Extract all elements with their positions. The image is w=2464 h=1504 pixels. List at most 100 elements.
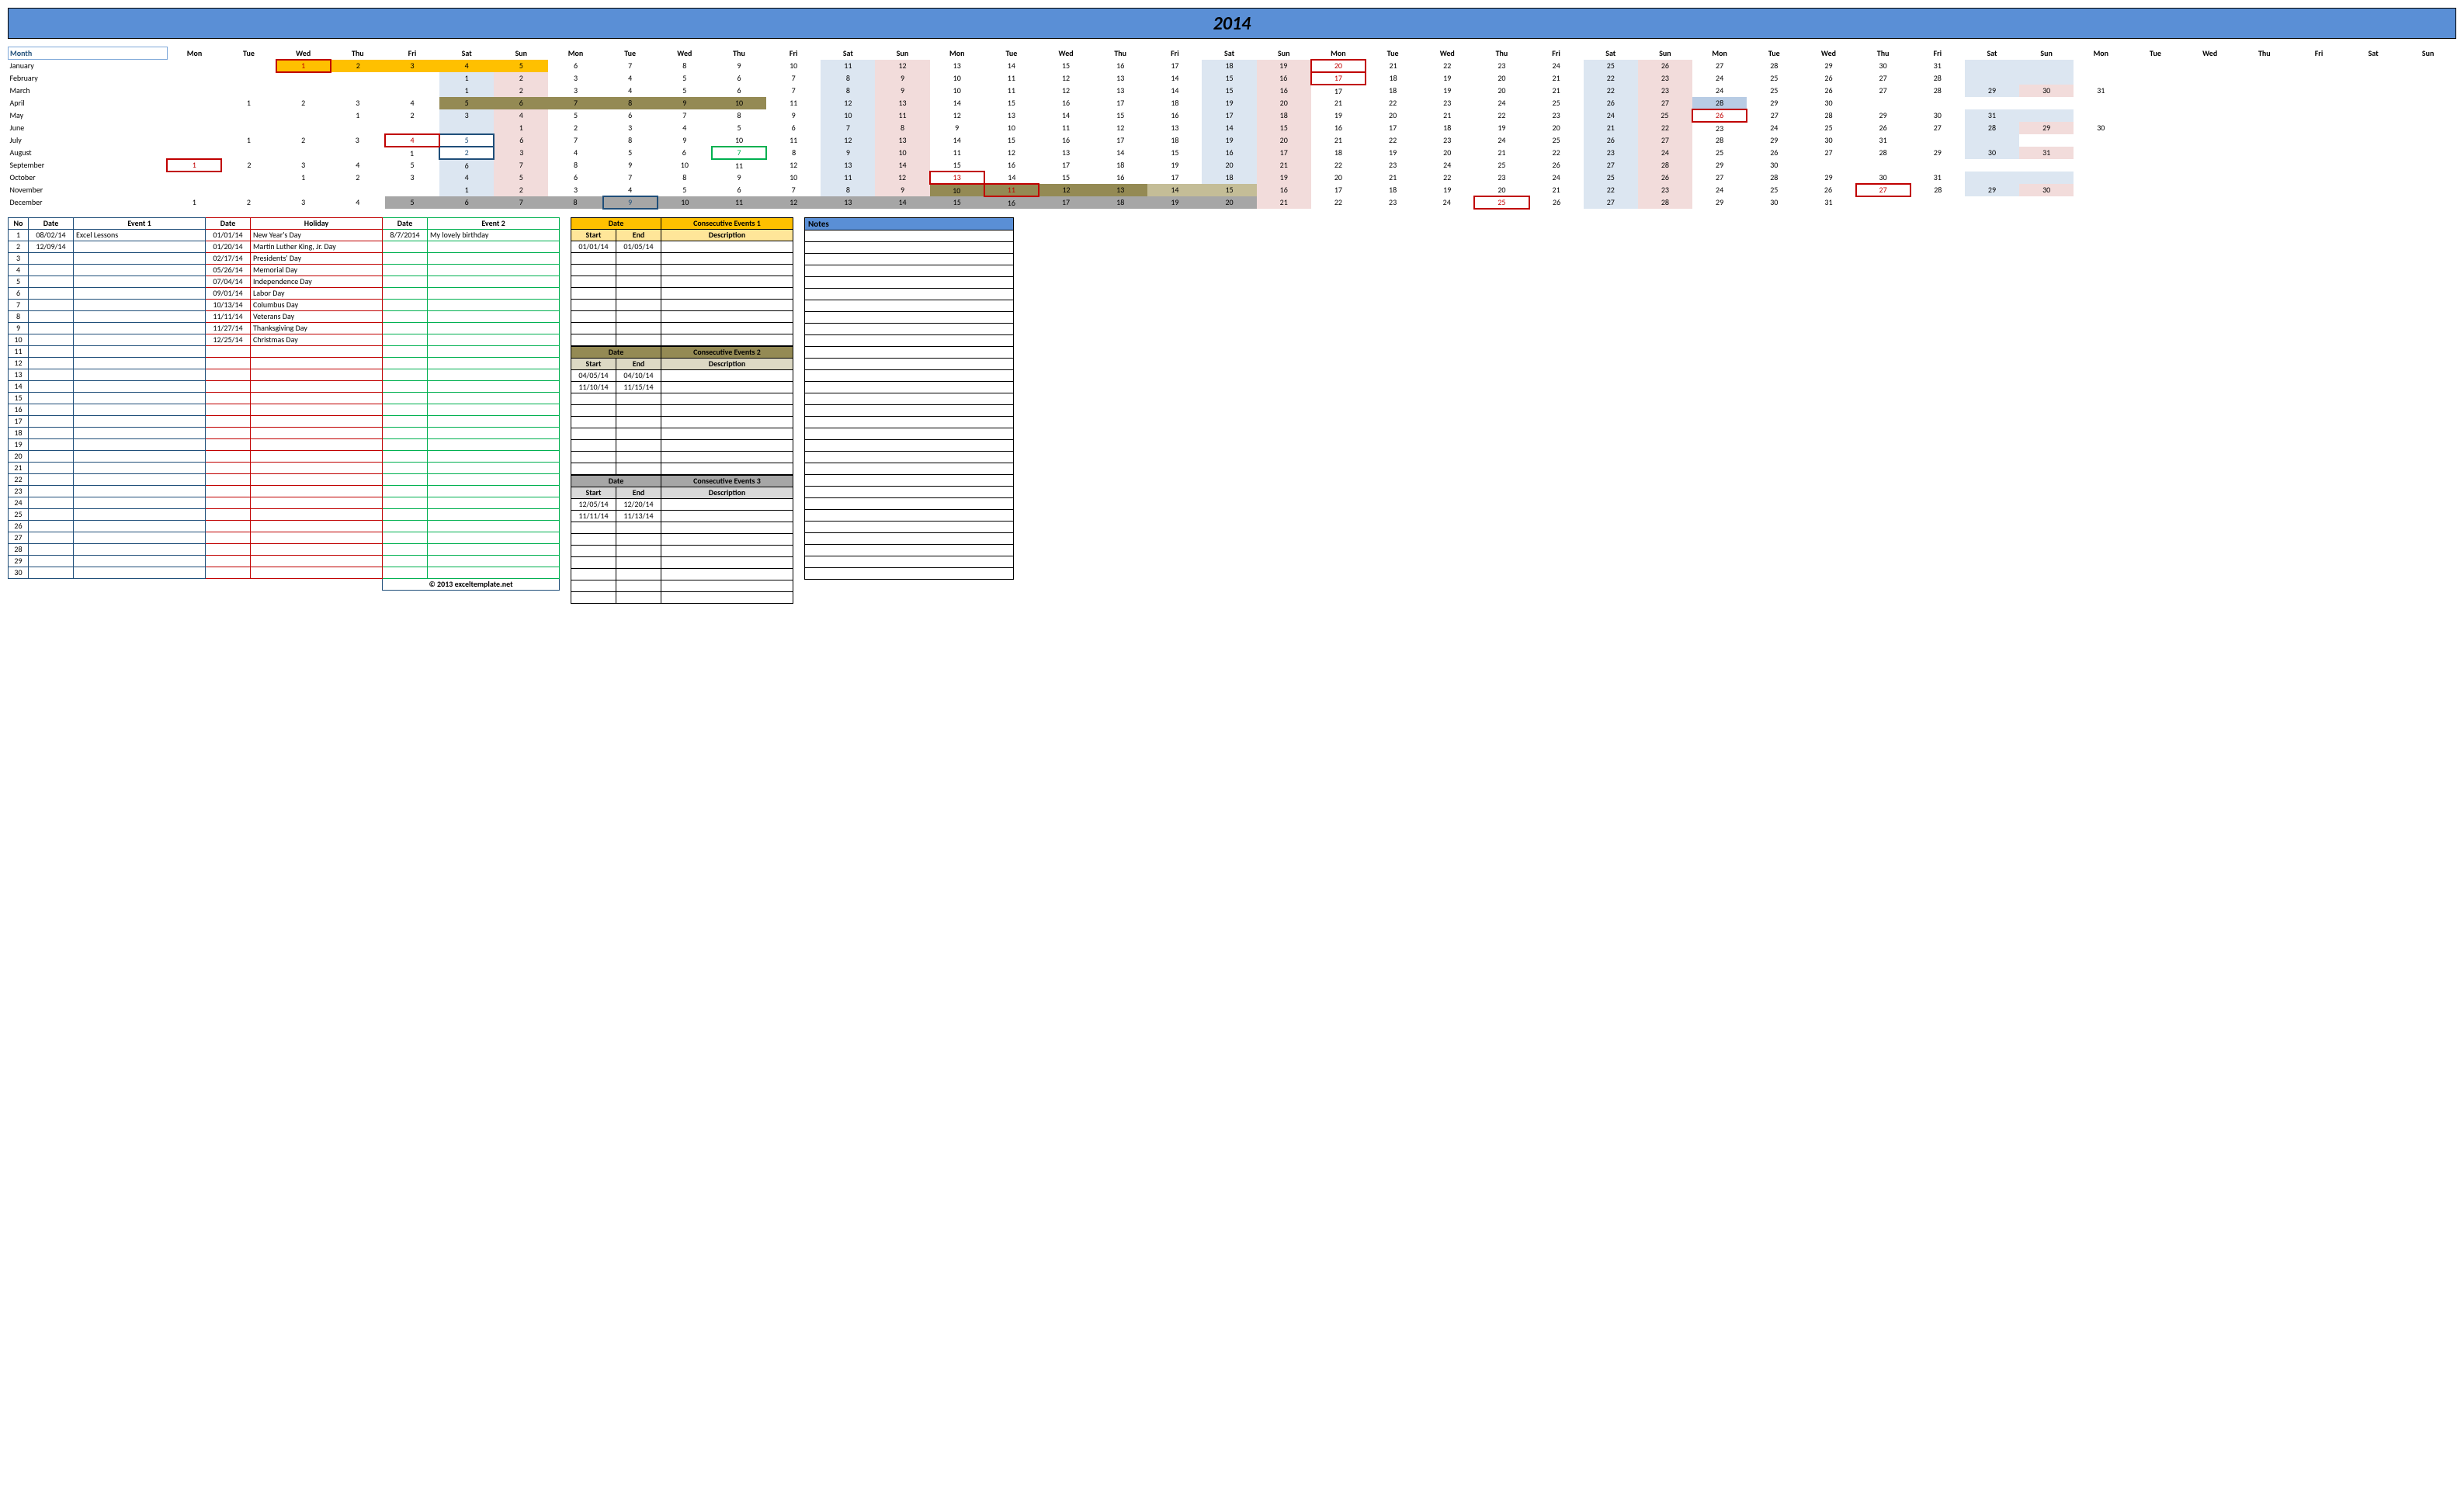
event-cell[interactable]: 28: [9, 543, 29, 555]
event-cell[interactable]: [29, 450, 74, 462]
event-cell[interactable]: [74, 369, 206, 380]
event-cell[interactable]: Independence Day: [251, 276, 383, 287]
event-cell[interactable]: Presidents' Day: [251, 252, 383, 264]
event-cell[interactable]: [206, 369, 251, 380]
event-cell[interactable]: [428, 252, 560, 264]
cons-cell[interactable]: [616, 556, 661, 568]
event-cell[interactable]: [428, 473, 560, 485]
cons-cell[interactable]: 11/15/14: [616, 381, 661, 393]
notes-cell[interactable]: [805, 334, 1014, 346]
event-cell[interactable]: Columbus Day: [251, 299, 383, 310]
event-cell[interactable]: [74, 438, 206, 450]
cons-cell[interactable]: [616, 299, 661, 310]
cons-cell[interactable]: [571, 580, 616, 591]
event-cell[interactable]: [206, 415, 251, 427]
event-cell[interactable]: 25: [9, 508, 29, 520]
event-cell[interactable]: [29, 543, 74, 555]
cons-cell[interactable]: 01/01/14: [571, 241, 616, 252]
event-cell[interactable]: 26: [9, 520, 29, 532]
event-cell[interactable]: [29, 485, 74, 497]
cons-cell[interactable]: [571, 439, 616, 451]
event-cell[interactable]: [251, 485, 383, 497]
event-cell[interactable]: My lovely birthday: [428, 229, 560, 241]
cons-cell[interactable]: [661, 428, 793, 439]
event-cell[interactable]: [251, 450, 383, 462]
event-cell[interactable]: [383, 276, 428, 287]
event-cell[interactable]: New Year's Day: [251, 229, 383, 241]
cons-cell[interactable]: [661, 310, 793, 322]
event-cell[interactable]: [29, 404, 74, 415]
notes-cell[interactable]: [805, 486, 1014, 497]
cons-cell[interactable]: [661, 556, 793, 568]
event-cell[interactable]: [251, 415, 383, 427]
event-cell[interactable]: [206, 508, 251, 520]
notes-cell[interactable]: [805, 451, 1014, 463]
notes-cell[interactable]: [805, 439, 1014, 451]
event-cell[interactable]: [29, 334, 74, 345]
event-cell[interactable]: 16: [9, 404, 29, 415]
cons-cell[interactable]: [661, 416, 793, 428]
cons-cell[interactable]: [616, 591, 661, 603]
cons-cell[interactable]: 11/11/14: [571, 510, 616, 522]
event-cell[interactable]: 5: [9, 276, 29, 287]
event-cell[interactable]: [29, 299, 74, 310]
cons-cell[interactable]: [616, 580, 661, 591]
cons-cell[interactable]: [616, 428, 661, 439]
event-cell[interactable]: [383, 392, 428, 404]
cons-cell[interactable]: [571, 299, 616, 310]
notes-cell[interactable]: [805, 393, 1014, 404]
cons-cell[interactable]: [571, 533, 616, 545]
event-cell[interactable]: [74, 543, 206, 555]
cons-cell[interactable]: [571, 568, 616, 580]
event-cell[interactable]: [206, 392, 251, 404]
event-cell[interactable]: [383, 357, 428, 369]
event-cell[interactable]: [206, 497, 251, 508]
event-cell[interactable]: [74, 299, 206, 310]
event-cell[interactable]: [29, 276, 74, 287]
notes-cell[interactable]: [805, 241, 1014, 253]
notes-cell[interactable]: [805, 463, 1014, 474]
event-cell[interactable]: [428, 241, 560, 252]
cons-cell[interactable]: [661, 322, 793, 334]
event-cell[interactable]: [251, 555, 383, 567]
event-cell[interactable]: 8/7/2014: [383, 229, 428, 241]
event-cell[interactable]: [74, 392, 206, 404]
cons-cell[interactable]: [661, 252, 793, 264]
cons-cell[interactable]: [661, 276, 793, 287]
cons-cell[interactable]: [571, 591, 616, 603]
event-cell[interactable]: [428, 299, 560, 310]
event-cell[interactable]: [74, 520, 206, 532]
event-cell[interactable]: 3: [9, 252, 29, 264]
event-cell[interactable]: [383, 543, 428, 555]
cons-cell[interactable]: [661, 299, 793, 310]
event-cell[interactable]: [29, 380, 74, 392]
event-cell[interactable]: [428, 310, 560, 322]
cons-cell[interactable]: [616, 533, 661, 545]
event-cell[interactable]: [383, 520, 428, 532]
event-cell[interactable]: [74, 473, 206, 485]
notes-cell[interactable]: [805, 567, 1014, 579]
event-cell[interactable]: [428, 357, 560, 369]
event-cell[interactable]: [74, 287, 206, 299]
notes-cell[interactable]: [805, 358, 1014, 369]
event-cell[interactable]: [206, 485, 251, 497]
event-cell[interactable]: 21: [9, 462, 29, 473]
cons-cell[interactable]: 12/05/14: [571, 498, 616, 510]
event-cell[interactable]: 13: [9, 369, 29, 380]
event-cell[interactable]: Veterans Day: [251, 310, 383, 322]
cons-cell[interactable]: [571, 252, 616, 264]
event-cell[interactable]: 6: [9, 287, 29, 299]
cons-cell[interactable]: [661, 568, 793, 580]
event-cell[interactable]: 11/11/14: [206, 310, 251, 322]
event-cell[interactable]: [428, 276, 560, 287]
event-cell[interactable]: 11/27/14: [206, 322, 251, 334]
cons-cell[interactable]: [616, 276, 661, 287]
event-cell[interactable]: [29, 392, 74, 404]
event-cell[interactable]: [29, 287, 74, 299]
event-cell[interactable]: [383, 450, 428, 462]
event-cell[interactable]: 08/02/14: [29, 229, 74, 241]
event-cell[interactable]: [29, 508, 74, 520]
notes-cell[interactable]: [805, 509, 1014, 521]
event-cell[interactable]: [74, 462, 206, 473]
event-cell[interactable]: [74, 276, 206, 287]
